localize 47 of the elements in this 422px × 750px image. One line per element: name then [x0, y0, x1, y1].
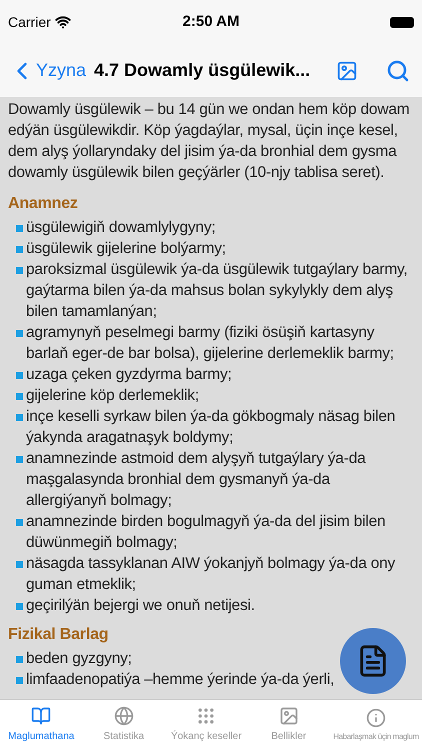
bullet-icon [16, 372, 23, 379]
tab[interactable]: Habarlaşmak üçin maglum [330, 700, 422, 750]
image-icon [278, 706, 299, 726]
bullet-icon [16, 246, 23, 253]
bullet-icon [16, 519, 23, 526]
list-item: üsgülewigiň dowamlylygyny; [26, 218, 216, 238]
battery-icon [390, 16, 414, 28]
bullet-icon [16, 330, 23, 337]
bullet-icon [16, 561, 23, 568]
dot-grid-icon [196, 706, 216, 726]
page-title: 4.7 Dowamly üsgülewik... [94, 59, 310, 82]
list-item: limfaadenopatiýa –hemme ýerinde ýa-da ýerli, [26, 670, 334, 690]
bullet-icon [16, 393, 23, 400]
list-item: geçirilýän bejergi we onuň netijesi. [26, 596, 255, 616]
list-item: gijelerine köp derlemeklik; [26, 386, 199, 406]
bullet-icon [16, 603, 23, 610]
search-button[interactable] [386, 58, 410, 82]
list-item: üsgülewik gijelerine bolýarmy; [26, 239, 226, 259]
wifi-icon [54, 14, 71, 30]
bullet-icon [16, 225, 23, 232]
tab[interactable]: Ýokanç keseller [165, 700, 248, 750]
image-button[interactable] [336, 60, 358, 82]
intro-paragraph: Dowamly üsgülewik – bu 14 gün we ondan hem köp dowam edýän üsgülewikdir. Köp ýagdaýlar, mysal, üçin inçe kesel, dem alyş ýollaryndaky del jisim ýa-da bronhial dem gysma dowamly üsgülewik bilen geçýärler (10-njy tablisa seret). [8, 100, 410, 183]
bullet-icon [16, 656, 23, 663]
globe-icon [114, 706, 134, 726]
list-item: uzaga çeken gyzdyrma barmy; [26, 365, 232, 385]
info-icon [366, 708, 386, 728]
tab[interactable]: Maglumathana [0, 700, 82, 750]
list-item: anamnezinde astmoid dem alyşyň tutgaýlary ýa-da maşgalasynda bronhial dem gysmanyň ýa-da allergiýanyň bolmagy; [26, 449, 367, 511]
tab[interactable]: Bellikler [248, 700, 330, 750]
back-button[interactable]: Yzyna [8, 56, 86, 84]
list-item: beden gyzgyny; [26, 649, 132, 669]
list-item: anamnezinde birden bogulmagyň ýa-da del jisim bilen düwünmegiň bolmagy; [26, 512, 386, 553]
list-item: näsagda tassyklanan AIW ýokanjyň bolmagy ýa-da ony guman etmeklik; [26, 554, 396, 595]
section-heading: Fizikal Barlag [8, 625, 110, 645]
list-item: agramynyň peselmegi barmy (fiziki ösüşiň kartasyny barlaň eger-de bar bolsa), gijelerine derlemeklik barmy; [26, 323, 395, 364]
bullet-icon [16, 414, 23, 421]
bullet-icon [16, 267, 23, 274]
tab[interactable]: Statistika [82, 700, 165, 750]
bullet-icon [16, 677, 23, 684]
status-time: 2:50 AM [182, 12, 240, 32]
carrier-label: Carrier [8, 12, 51, 32]
list-item: paroksizmal üsgülewik ýa-da üsgülewik tutgaýlary barmy, gaýtarma bilen ýa-da mahsus bolan sykylykly dem alyş bilen tamamlanýan; [26, 260, 409, 322]
list-item: inçe keselli syrkaw bilen ýa-da gökbogmaly näsag bilen ýakynda aragatnaşyk boldymy; [26, 407, 396, 448]
section-heading: Anamnez [8, 194, 79, 214]
bullet-icon [16, 456, 23, 463]
book-icon [31, 706, 52, 726]
